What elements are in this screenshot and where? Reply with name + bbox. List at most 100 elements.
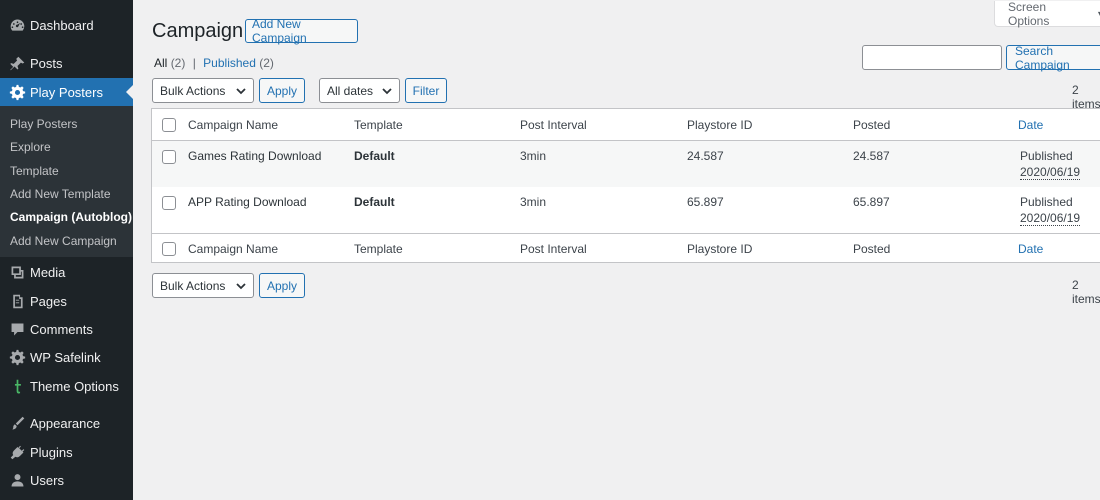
filter-published-link[interactable]: Published — [203, 56, 256, 70]
menu-item-wp-safelink[interactable]: WP Safelink — [0, 343, 133, 371]
bulk-actions-value: Bulk Actions — [160, 83, 226, 98]
screen-options-button[interactable]: Screen Options ▼ — [994, 0, 1100, 28]
menu-item-label: Theme Options — [30, 378, 119, 394]
brush-icon — [7, 413, 27, 433]
pin-icon — [7, 53, 27, 73]
theme-t-icon — [7, 376, 27, 396]
campaign-name[interactable]: Games Rating Download — [188, 149, 321, 163]
posted-value: 65.897 — [853, 195, 890, 209]
dashboard-icon — [7, 15, 27, 35]
menu-item-posts[interactable]: Posts — [0, 49, 133, 77]
column-header-campaign-name[interactable]: Campaign Name — [188, 118, 278, 132]
submenu-item-add-new-campaign[interactable]: Add New Campaign — [10, 234, 117, 248]
post-interval-value: 3min — [520, 149, 547, 163]
search-campaign-button[interactable]: Search Campaign — [1006, 44, 1100, 72]
menu-item-users[interactable]: Users — [0, 466, 133, 494]
column-header-post-interval: Post Interval — [520, 118, 587, 132]
table-footer-row: Campaign Name Template Post Interval Pla… — [152, 233, 1100, 263]
admin-sidebar: Dashboard Posts Play Posters Play Poster… — [0, 0, 133, 500]
table-header-row: Campaign Name Template Post Interval Pla… — [152, 109, 1100, 141]
template-value: Default — [354, 195, 395, 209]
column-header-template: Template — [354, 118, 403, 132]
menu-item-label: Comments — [30, 321, 93, 337]
menu-item-pages[interactable]: Pages — [0, 287, 133, 315]
media-icon — [7, 262, 27, 282]
post-interval-value: 3min — [520, 195, 547, 209]
menu-item-label: Appearance — [30, 415, 101, 431]
menu-item-plugins[interactable]: Plugins — [0, 438, 133, 466]
column-header-date[interactable]: Date — [1018, 118, 1043, 132]
bulk-actions-value: Bulk Actions — [160, 278, 226, 293]
campaign-table: Campaign Name Template Post Interval Pla… — [151, 108, 1100, 263]
select-all-checkbox[interactable] — [162, 118, 176, 132]
bulk-actions-select[interactable]: Bulk Actions — [152, 78, 254, 103]
menu-item-label: WP Safelink — [30, 349, 101, 365]
chevron-down-icon — [235, 280, 247, 292]
pages-icon — [7, 291, 27, 311]
chevron-down-icon — [381, 85, 393, 97]
menu-item-label: Dashboard — [30, 17, 94, 33]
active-indicator — [126, 85, 133, 99]
column-header-playstore-id: Playstore ID — [687, 118, 753, 132]
plug-icon — [7, 442, 27, 462]
gear-icon — [7, 347, 27, 367]
filter-published-count: (2) — [259, 56, 274, 70]
campaign-name[interactable]: APP Rating Download — [188, 195, 307, 209]
table-row: Games Rating Download Default 3min 24.58… — [152, 141, 1100, 187]
row-checkbox[interactable] — [162, 196, 176, 210]
filter-separator: | — [192, 56, 196, 70]
playstore-id-value: 24.587 — [687, 149, 724, 163]
items-count: 2 items — [1072, 83, 1100, 111]
menu-item-theme-options[interactable]: Theme Options — [0, 372, 133, 400]
comment-icon — [7, 319, 27, 339]
screen-options-label: Screen Options — [1008, 0, 1050, 28]
menu-item-label: Media — [30, 264, 66, 280]
items-count-bottom: 2 items — [1072, 278, 1100, 306]
filter-button[interactable]: Filter — [405, 78, 447, 103]
table-row: APP Rating Download Default 3min 65.897 … — [152, 187, 1100, 233]
date-filter-select[interactable]: All dates — [319, 78, 400, 103]
menu-item-play-posters[interactable]: Play Posters — [0, 78, 133, 106]
date-filter-value: All dates — [327, 83, 374, 98]
menu-item-label: Users — [30, 472, 64, 488]
menu-item-label: Plugins — [30, 444, 73, 460]
column-footer-playstore-id: Playstore ID — [687, 242, 753, 256]
menu-item-label: Play Posters — [30, 84, 103, 100]
add-new-campaign-button[interactable]: Add New Campaign — [245, 17, 358, 45]
column-footer-date[interactable]: Date — [1018, 242, 1043, 256]
submenu-item-explore[interactable]: Explore — [10, 140, 51, 154]
posted-value: 24.587 — [853, 149, 890, 163]
filter-all-count: (2) — [170, 56, 186, 70]
menu-item-dashboard[interactable]: Dashboard — [0, 11, 133, 39]
page-title: Campaign — [152, 20, 244, 42]
menu-item-label: Posts — [30, 55, 63, 71]
bulk-actions-select-bottom[interactable]: Bulk Actions — [152, 273, 254, 298]
search-input[interactable] — [862, 45, 1002, 70]
gear-icon — [7, 82, 27, 102]
menu-item-media[interactable]: Media — [0, 258, 133, 286]
menu-item-label: Pages — [30, 293, 67, 309]
column-header-posted: Posted — [853, 118, 891, 132]
filter-all-link[interactable]: All — [154, 56, 167, 70]
template-value: Default — [354, 149, 395, 163]
menu-item-appearance[interactable]: Appearance — [0, 409, 133, 437]
submenu-play-posters: Play Posters Explore Template Add New Te… — [0, 106, 133, 257]
row-checkbox[interactable] — [162, 150, 176, 164]
apply-button-bottom[interactable]: Apply — [259, 273, 305, 298]
submenu-item-play-posters[interactable]: Play Posters — [10, 117, 77, 131]
column-footer-post-interval: Post Interval — [520, 242, 587, 256]
column-footer-posted: Posted — [853, 242, 891, 256]
submenu-item-campaign[interactable]: Campaign (Autoblog) — [10, 210, 132, 224]
caret-down-icon: ▼ — [1096, 9, 1100, 19]
chevron-down-icon — [235, 85, 247, 97]
select-all-checkbox[interactable] — [162, 242, 176, 256]
playstore-id-value: 65.897 — [687, 195, 724, 209]
date-value: 2020/06/19 — [1020, 211, 1081, 226]
apply-button[interactable]: Apply — [259, 78, 305, 103]
submenu-item-add-new-template[interactable]: Add New Template — [10, 187, 111, 201]
date-status: Published — [1020, 149, 1073, 163]
date-status: Published — [1020, 195, 1073, 209]
submenu-item-template[interactable]: Template — [10, 164, 59, 178]
menu-item-comments[interactable]: Comments — [0, 315, 133, 343]
column-footer-campaign-name[interactable]: Campaign Name — [188, 242, 278, 256]
